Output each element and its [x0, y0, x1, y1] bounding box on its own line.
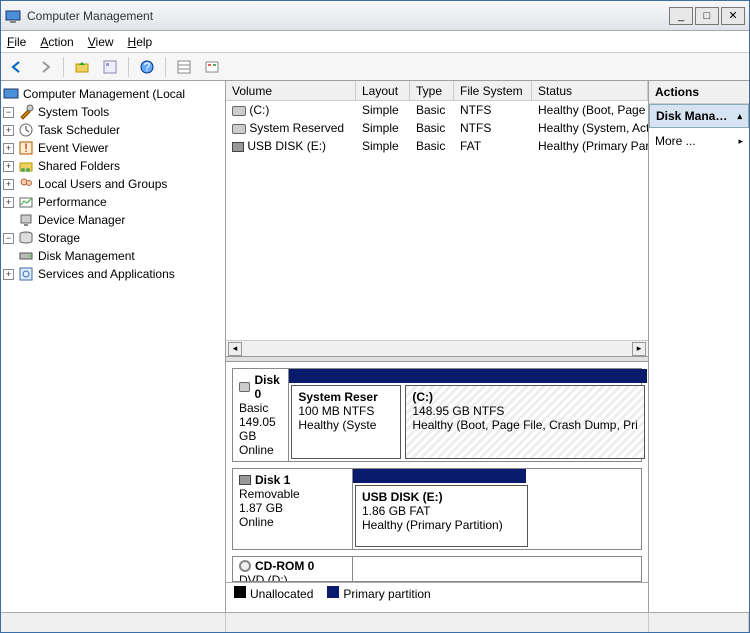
tree-system-tools[interactable]: −System Tools	[3, 103, 223, 121]
disk-info: Disk 1 Removable 1.87 GB Online	[233, 469, 353, 549]
disk-icon	[232, 106, 246, 116]
tree-device-manager[interactable]: Device Manager	[3, 211, 223, 229]
users-icon	[18, 176, 34, 192]
statusbar	[1, 612, 749, 632]
performance-icon	[18, 194, 34, 210]
actions-selected[interactable]: Disk Mana… ▴	[649, 104, 749, 128]
menubar: File Action View Help	[1, 31, 749, 53]
scroll-right-icon[interactable]: ▸	[632, 342, 646, 356]
storage-icon	[18, 230, 34, 246]
help-button[interactable]: ?	[135, 56, 159, 78]
tools-icon	[18, 104, 34, 120]
col-filesystem[interactable]: File System	[454, 81, 532, 100]
column-headers: Volume Layout Type File System Status	[226, 81, 648, 101]
volume-row[interactable]: System Reserved Simple Basic NTFS Health…	[226, 119, 648, 137]
tree-task-scheduler[interactable]: +Task Scheduler	[3, 121, 223, 139]
partition-system-reserved[interactable]: System Reser 100 MB NTFS Healthy (Syste	[291, 385, 401, 459]
toolbar: ?	[1, 53, 749, 81]
expand-icon[interactable]: +	[3, 197, 14, 208]
usb-icon	[232, 142, 244, 152]
disk-info: Disk 0 Basic 149.05 GB Online	[233, 369, 289, 461]
partition-bar	[353, 469, 526, 483]
list-view-button[interactable]	[172, 56, 196, 78]
svg-text:?: ?	[144, 60, 151, 74]
disk-row-cdrom[interactable]: CD-ROM 0 DVD (D:)	[232, 556, 642, 582]
chevron-up-icon: ▴	[737, 111, 742, 122]
disk-row[interactable]: Disk 0 Basic 149.05 GB Online System Res…	[232, 368, 642, 462]
close-button[interactable]: ✕	[721, 7, 745, 25]
usb-icon	[239, 475, 251, 485]
disk-info: CD-ROM 0 DVD (D:)	[233, 557, 353, 581]
tree-shared-folders[interactable]: +Shared Folders	[3, 157, 223, 175]
volume-list: (C:) Simple Basic NTFS Healthy (Boot, Pa…	[226, 101, 648, 340]
collapse-icon[interactable]: −	[3, 107, 14, 118]
properties-button[interactable]	[98, 56, 122, 78]
partition-c[interactable]: (C:) 148.95 GB NTFS Healthy (Boot, Page …	[405, 385, 644, 459]
window-title: Computer Management	[27, 9, 669, 23]
computer-management-icon	[5, 8, 21, 24]
cd-icon	[239, 560, 251, 572]
menu-view[interactable]: View	[88, 35, 114, 49]
col-type[interactable]: Type	[410, 81, 454, 100]
disk-icon	[232, 124, 246, 134]
col-layout[interactable]: Layout	[356, 81, 410, 100]
expand-icon[interactable]: +	[3, 269, 14, 280]
expand-icon[interactable]: +	[3, 143, 14, 154]
partition-bar	[289, 369, 646, 383]
tree-services-apps[interactable]: +Services and Applications	[3, 265, 223, 283]
expand-icon[interactable]: +	[3, 179, 14, 190]
back-button[interactable]	[5, 56, 29, 78]
nav-tree: Computer Management (Local −System Tools…	[1, 81, 226, 612]
disk-icon	[239, 382, 250, 392]
expand-icon[interactable]: +	[3, 161, 14, 172]
chevron-right-icon: ▸	[738, 136, 743, 147]
svg-text:!: !	[24, 141, 27, 155]
collapse-icon[interactable]: −	[3, 233, 14, 244]
legend-primary: Primary partition	[327, 586, 430, 601]
device-icon	[18, 212, 34, 228]
volume-row[interactable]: (C:) Simple Basic NTFS Healthy (Boot, Pa…	[226, 101, 648, 119]
volume-row[interactable]: USB DISK (E:) Simple Basic FAT Healthy (…	[226, 137, 648, 155]
clock-icon	[18, 122, 34, 138]
up-folder-button[interactable]	[70, 56, 94, 78]
expand-icon[interactable]: +	[3, 125, 14, 136]
tree-root[interactable]: Computer Management (Local	[3, 85, 223, 103]
disk-graphical-view: Disk 0 Basic 149.05 GB Online System Res…	[226, 362, 648, 612]
actions-pane: Actions Disk Mana… ▴ More ... ▸	[649, 81, 749, 612]
scroll-left-icon[interactable]: ◂	[228, 342, 242, 356]
event-icon: !	[18, 140, 34, 156]
tree-local-users[interactable]: +Local Users and Groups	[3, 175, 223, 193]
legend: Unallocated Primary partition	[226, 582, 648, 604]
tree-performance[interactable]: +Performance	[3, 193, 223, 211]
actions-more[interactable]: More ... ▸	[649, 128, 749, 154]
services-icon	[18, 266, 34, 282]
main-pane: Volume Layout Type File System Status (C…	[226, 81, 649, 612]
minimize-button[interactable]: _	[669, 7, 693, 25]
mmc-icon	[3, 86, 19, 102]
settings-button[interactable]	[200, 56, 224, 78]
col-volume[interactable]: Volume	[226, 81, 356, 100]
actions-header: Actions	[649, 81, 749, 104]
shared-folder-icon	[18, 158, 34, 174]
menu-file[interactable]: File	[7, 35, 26, 49]
col-status[interactable]: Status	[532, 81, 648, 100]
menu-help[interactable]: Help	[128, 35, 153, 49]
menu-action[interactable]: Action	[40, 35, 73, 49]
forward-button[interactable]	[33, 56, 57, 78]
maximize-button[interactable]: □	[695, 7, 719, 25]
horizontal-scrollbar[interactable]: ◂ ▸	[226, 340, 648, 356]
tree-event-viewer[interactable]: +!Event Viewer	[3, 139, 223, 157]
tree-disk-management[interactable]: Disk Management	[3, 247, 223, 265]
legend-unallocated: Unallocated	[234, 586, 313, 601]
disk-mgmt-icon	[18, 248, 34, 264]
tree-storage[interactable]: −Storage	[3, 229, 223, 247]
partition-usb[interactable]: USB DISK (E:) 1.86 GB FAT Healthy (Prima…	[355, 485, 528, 547]
titlebar: Computer Management _ □ ✕	[1, 1, 749, 31]
disk-row[interactable]: Disk 1 Removable 1.87 GB Online USB DISK…	[232, 468, 642, 550]
